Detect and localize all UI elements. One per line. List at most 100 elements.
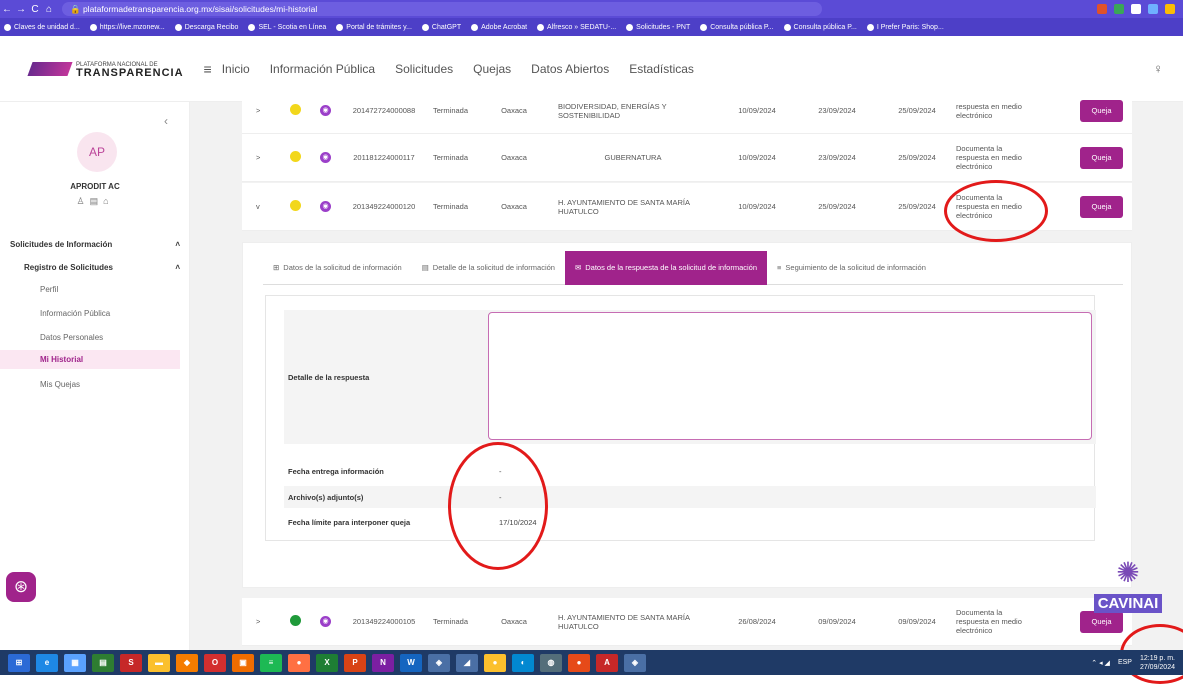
chrome-icon[interactable]: ● xyxy=(484,653,506,672)
respuesta-textarea[interactable] xyxy=(488,312,1092,440)
site-logo[interactable]: PLATAFORMA NACIONAL DE TRANSPARENCIA xyxy=(30,58,184,80)
lock-icon[interactable]: ⌂ xyxy=(103,196,113,206)
chevron-up-icon: ˄ xyxy=(175,263,180,272)
bookmark-item[interactable]: ChatGPT xyxy=(421,23,461,31)
opera-icon[interactable]: O xyxy=(204,653,226,672)
edge-icon[interactable]: ◐ xyxy=(512,653,534,672)
paint-icon[interactable]: ◈ xyxy=(624,653,646,672)
tab-datos-solicitud[interactable]: ⊞ Datos de la solicitud de información xyxy=(263,251,412,285)
home-icon[interactable]: ⌂ xyxy=(42,4,56,15)
table-row[interactable]: > ◉ 201349224000105 Terminada Oaxaca H. … xyxy=(242,598,1132,646)
table-row[interactable]: > ◉ 201181224000117 Terminada Oaxaca GUB… xyxy=(242,134,1132,182)
sidebar-item-perfil[interactable]: Perfil xyxy=(0,280,180,299)
windows-start-icon[interactable]: ⊞ xyxy=(8,653,30,672)
nav-estadisticas[interactable]: Estadísticas xyxy=(629,62,694,76)
folio: 201349224000105 xyxy=(352,617,416,626)
sidebar-section-registro[interactable]: Registro de Solicitudes ˄ xyxy=(24,263,180,272)
logo-big-text: TRANSPARENCIA xyxy=(76,66,184,79)
bookmark-item[interactable]: Claves de unidad d... xyxy=(4,23,80,31)
chevron-right-icon[interactable]: > xyxy=(256,153,260,162)
app-icon[interactable]: S xyxy=(120,653,142,672)
bookmark-item[interactable]: SEL - Scotia en Línea xyxy=(248,23,326,31)
hamburger-menu-icon[interactable]: ≡ xyxy=(204,61,212,77)
date-3: 25/09/2024 xyxy=(898,202,936,211)
chevron-down-icon[interactable]: v xyxy=(256,202,260,211)
bookmark-item[interactable]: Alfresco » SEDATU-... xyxy=(537,23,616,31)
spotify-icon[interactable]: ≡ xyxy=(260,653,282,672)
nav-inicio[interactable]: Inicio xyxy=(222,62,250,76)
app-icon[interactable]: ◆ xyxy=(176,653,198,672)
queja-button[interactable]: Queja xyxy=(1080,146,1123,169)
ie-icon[interactable]: e xyxy=(36,653,58,672)
sidebar-item-informacion-publica[interactable]: Información Pública xyxy=(0,304,180,323)
app-icon[interactable]: ◍ xyxy=(540,653,562,672)
nav-quejas[interactable]: Quejas xyxy=(473,62,511,76)
forward-icon[interactable]: → xyxy=(14,4,28,15)
view-icon[interactable]: ◉ xyxy=(320,152,331,163)
nav-informacion-publica[interactable]: Información Pública xyxy=(270,62,375,76)
back-icon[interactable]: ← xyxy=(0,4,14,15)
extension-icon[interactable] xyxy=(1148,4,1158,14)
chevron-right-icon[interactable]: > xyxy=(256,106,260,115)
nav-datos-abiertos[interactable]: Datos Abiertos xyxy=(531,62,609,76)
powerpoint-icon[interactable]: P xyxy=(344,653,366,672)
field-fecha-limite: Fecha límite para interponer queja 17/10/… xyxy=(288,517,537,527)
extension-icon[interactable] xyxy=(1097,4,1107,14)
chrome-icon[interactable]: ● xyxy=(568,653,590,672)
cavinai-widget[interactable]: ✺ CAVINAI xyxy=(1093,552,1163,632)
queja-button[interactable]: Queja xyxy=(1080,99,1123,122)
calculator-icon[interactable]: ▤ xyxy=(92,653,114,672)
profile-icon[interactable] xyxy=(1165,4,1175,14)
bookmark-item[interactable]: Portal de trámites y... xyxy=(336,23,412,31)
app-icon[interactable]: ◈ xyxy=(428,653,450,672)
bookmark-item[interactable]: Descarga Recibo xyxy=(174,23,238,31)
tab-datos-respuesta[interactable]: ✉ Datos de la respuesta de la solicitud d… xyxy=(564,250,768,285)
word-icon[interactable]: W xyxy=(400,653,422,672)
browser-toolbar: ← → C ⌂ 🔒 plataformadetransparencia.org.… xyxy=(0,0,1183,18)
reload-icon[interactable]: C xyxy=(28,4,42,15)
app-icon[interactable]: ◢ xyxy=(456,653,478,672)
excel-icon[interactable]: X xyxy=(316,653,338,672)
sidebar-item-mi-historial[interactable]: Mi Historial xyxy=(0,350,180,369)
extension-icon[interactable] xyxy=(1114,4,1124,14)
bookmark-item[interactable]: https://live.mzonew... xyxy=(89,23,165,31)
field-fecha-entrega: Fecha entrega información - xyxy=(288,466,502,476)
collapse-sidebar-icon[interactable]: ‹ xyxy=(164,114,168,128)
acrobat-icon[interactable]: A xyxy=(596,653,618,672)
sidebar-section-solicitudes[interactable]: Solicitudes de Información ˄ xyxy=(10,240,180,249)
address-bar[interactable]: 🔒 plataformadetransparencia.org.mx/sisai… xyxy=(62,2,822,16)
app-icon[interactable]: ▣ xyxy=(232,653,254,672)
sidebar-item-mis-quejas[interactable]: Mis Quejas xyxy=(0,375,180,394)
bookmark-item[interactable]: I Prefer Paris: Shop... xyxy=(866,23,944,31)
tray-icons[interactable]: ⌃ ◂ ◢ xyxy=(1091,659,1110,667)
language-indicator[interactable]: ESP xyxy=(1118,659,1132,666)
bookmark-item[interactable]: Consulta pública P... xyxy=(700,23,774,31)
folder-icon[interactable]: ▬ xyxy=(148,653,170,672)
table-row[interactable]: > ◉ 201472724000088 Terminada Oaxaca BIO… xyxy=(242,88,1132,134)
clock[interactable]: 12:19 p. m. 27/09/2024 xyxy=(1140,654,1175,672)
bookmark-item[interactable]: Consulta pública P... xyxy=(783,23,857,31)
queja-button[interactable]: Queja xyxy=(1080,195,1123,218)
state: Oaxaca xyxy=(501,202,527,211)
tab-detalle-solicitud[interactable]: ▤ Detalle de la solicitud de información xyxy=(412,251,565,285)
sidebar-item-datos-personales[interactable]: Datos Personales xyxy=(0,328,180,347)
accessibility-button[interactable]: ⊛ xyxy=(6,572,36,602)
chevron-right-icon[interactable]: > xyxy=(256,617,260,626)
user-icon[interactable]: ♀ xyxy=(1153,61,1163,76)
response-type: Documenta la respuesta en medio electrón… xyxy=(956,144,1022,171)
bin-icon[interactable]: ▤ xyxy=(90,196,104,206)
sidebar: ‹ AP APRODIT AC ♙▤⌂ Solicitudes de Infor… xyxy=(0,102,190,650)
profile-icon[interactable]: ♙ xyxy=(76,196,89,206)
view-icon[interactable]: ◉ xyxy=(320,616,331,627)
bookmark-item[interactable]: Solicitudes - PNT xyxy=(626,23,690,31)
onenote-icon[interactable]: N xyxy=(372,653,394,672)
bookmark-item[interactable]: Adobe Acrobat xyxy=(471,23,527,31)
date-2: 09/09/2024 xyxy=(818,617,856,626)
view-icon[interactable]: ◉ xyxy=(320,105,331,116)
firefox-icon[interactable]: ● xyxy=(288,653,310,672)
app-icon[interactable]: ▦ xyxy=(64,653,86,672)
extension-icon[interactable] xyxy=(1131,4,1141,14)
tab-seguimiento[interactable]: ≡ Seguimiento de la solicitud de informac… xyxy=(767,251,936,285)
view-icon[interactable]: ◉ xyxy=(320,201,331,212)
nav-solicitudes[interactable]: Solicitudes xyxy=(395,62,453,76)
